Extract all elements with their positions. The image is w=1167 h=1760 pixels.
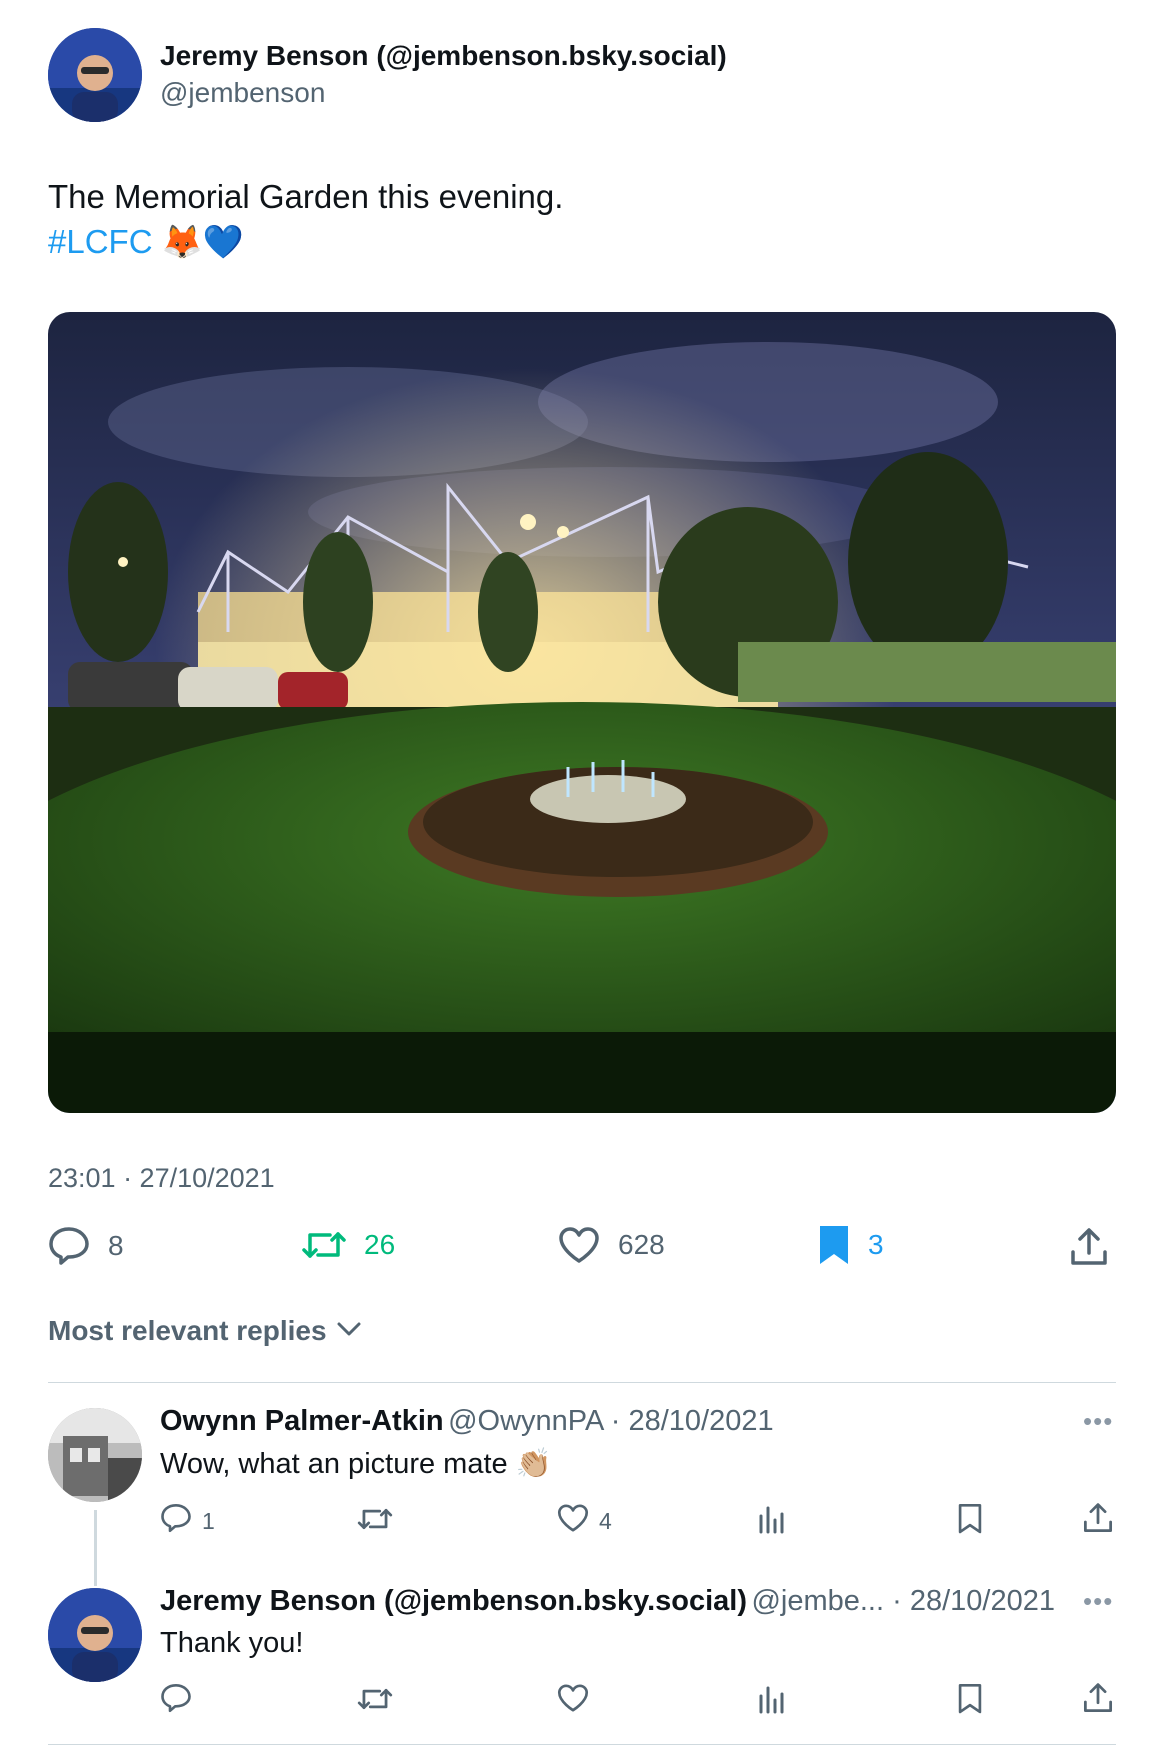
bookmark-filled-icon <box>818 1224 850 1266</box>
thread-connector <box>94 1510 97 1586</box>
reply-icon <box>160 1503 192 1539</box>
more-dots-icon[interactable]: ••• <box>1083 1406 1113 1437</box>
author-avatar[interactable] <box>48 28 142 122</box>
repost-count: 26 <box>364 1229 396 1260</box>
reply-header: Jeremy Benson (@jembenson.bsky.social) @… <box>160 1585 1055 1618</box>
reply-author-meta[interactable]: @OwynnPA · 28/10/2021 <box>448 1405 774 1437</box>
bookmark-count: 3 <box>868 1229 884 1260</box>
reply-like-count: 4 <box>599 1507 612 1534</box>
replies-sort-dropdown[interactable]: Most relevant replies <box>48 1315 361 1347</box>
views-icon[interactable] <box>758 1504 786 1539</box>
reply-reply-action[interactable] <box>160 1683 192 1719</box>
hashtag-link[interactable]: #LCFC <box>48 223 153 260</box>
heart-icon[interactable] <box>557 1683 589 1718</box>
repost-action[interactable]: 26 <box>302 1226 395 1264</box>
heart-icon <box>558 1226 600 1264</box>
tweet-hashtag-line: #LCFC 🦊💙 <box>48 220 244 264</box>
divider <box>48 1382 1116 1383</box>
tweet-timestamp[interactable]: 23:01 · 27/10/2021 <box>48 1163 275 1194</box>
tweet-emoji: 🦊💙 <box>161 223 244 260</box>
reply-count: 8 <box>108 1230 124 1261</box>
reply-icon <box>48 1226 90 1266</box>
reply-icon <box>160 1683 192 1719</box>
replies-sort-label: Most relevant replies <box>48 1315 327 1346</box>
reply-text: Thank you! <box>160 1627 304 1659</box>
share-icon[interactable] <box>1070 1228 1108 1271</box>
heart-icon <box>557 1503 589 1539</box>
author-handle[interactable]: @jembenson <box>160 77 325 109</box>
tweet-text: The Memorial Garden this evening. <box>48 178 564 215</box>
reply-header: Owynn Palmer-Atkin @OwynnPA · 28/10/2021 <box>160 1405 774 1438</box>
reply-action[interactable]: 8 <box>48 1226 124 1266</box>
author-name[interactable]: Jeremy Benson (@jembenson.bsky.social) <box>160 40 727 72</box>
reply-author-meta[interactable]: @jembe... · 28/10/2021 <box>751 1585 1055 1617</box>
reply-emoji: 👏🏼 <box>515 1448 552 1480</box>
like-count: 628 <box>618 1229 665 1260</box>
reply-author-name[interactable]: Owynn Palmer-Atkin <box>160 1405 444 1437</box>
repost-icon[interactable] <box>357 1684 393 1719</box>
bookmark-action[interactable]: 3 <box>818 1224 884 1266</box>
bookmark-icon[interactable] <box>957 1683 983 1720</box>
reply-avatar[interactable] <box>48 1408 142 1502</box>
repost-icon <box>302 1226 346 1264</box>
reply-reply-count: 1 <box>202 1507 215 1534</box>
more-dots-icon[interactable]: ••• <box>1083 1586 1113 1617</box>
reply-like-action[interactable]: 4 <box>557 1503 612 1539</box>
tweet-photo[interactable] <box>48 312 1116 1113</box>
share-icon[interactable] <box>1083 1683 1113 1718</box>
reply-text: Wow, what an picture mate 👏🏼 <box>160 1447 552 1481</box>
like-action[interactable]: 628 <box>558 1226 665 1264</box>
share-icon[interactable] <box>1083 1503 1113 1538</box>
reply-reply-action[interactable]: 1 <box>160 1503 215 1539</box>
views-icon[interactable] <box>758 1684 786 1719</box>
reply-avatar[interactable] <box>48 1588 142 1682</box>
reply-author-name[interactable]: Jeremy Benson (@jembenson.bsky.social) <box>160 1585 747 1617</box>
reply-text-body: Wow, what an picture mate <box>160 1448 508 1480</box>
bookmark-icon[interactable] <box>957 1503 983 1540</box>
divider <box>48 1744 1116 1745</box>
repost-icon[interactable] <box>357 1504 393 1539</box>
chevron-down-icon <box>337 1321 361 1342</box>
